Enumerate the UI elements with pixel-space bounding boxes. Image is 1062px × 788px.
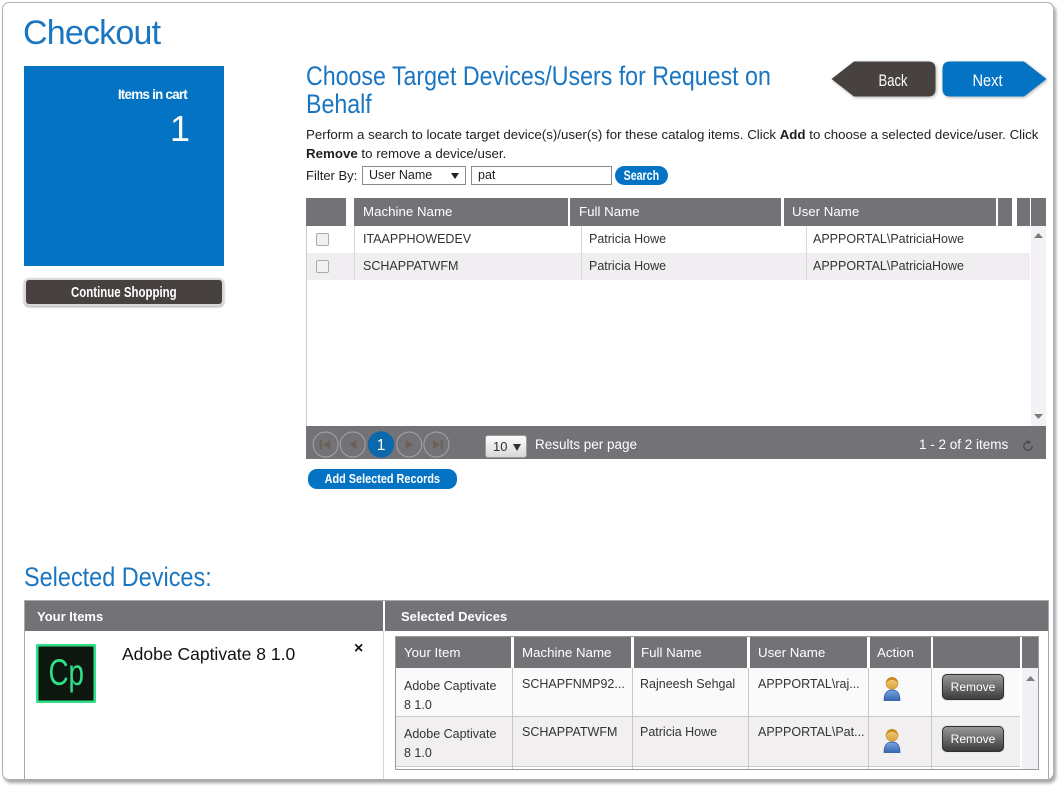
svg-text:Cp: Cp — [49, 652, 85, 693]
svg-text:Back: Back — [879, 72, 909, 90]
svg-text:Next: Next — [973, 72, 1003, 90]
svg-text:1: 1 — [377, 437, 386, 454]
